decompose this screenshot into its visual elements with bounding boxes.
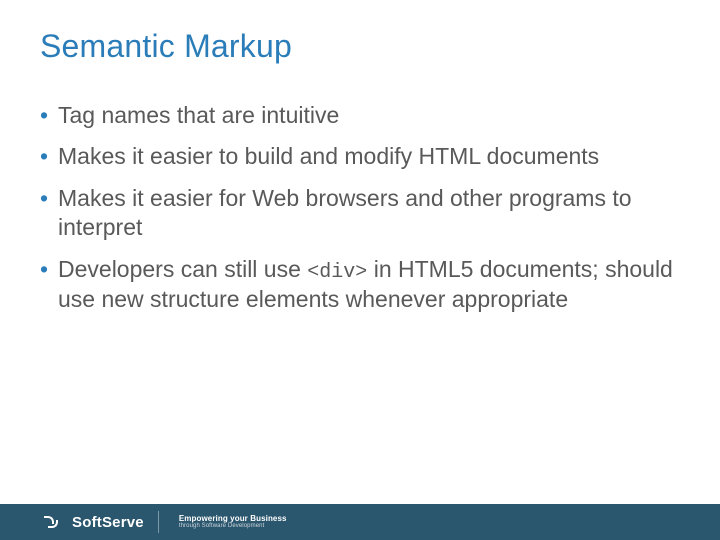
inline-code: <div>: [307, 261, 367, 284]
tagline-top: Empowering your Business: [179, 515, 287, 523]
list-item: Makes it easier for Web browsers and oth…: [40, 184, 680, 243]
brand-name: SoftServe: [72, 514, 144, 531]
bullet-text: Makes it easier to build and modify HTML…: [58, 143, 599, 169]
footer-tagline: Empowering your Business through Softwar…: [179, 515, 287, 530]
bullet-text-prefix: Developers can still use: [58, 256, 307, 282]
list-item: Developers can still use <div> in HTML5 …: [40, 255, 680, 315]
footer-bar: SoftServe Empowering your Business throu…: [0, 504, 720, 540]
softserve-logo-icon: [44, 515, 62, 529]
list-item: Tag names that are intuitive: [40, 101, 680, 130]
tagline-bottom: through Software Development: [179, 523, 287, 529]
footer-divider: [158, 511, 159, 533]
bullet-list: Tag names that are intuitive Makes it ea…: [40, 101, 680, 315]
list-item: Makes it easier to build and modify HTML…: [40, 142, 680, 171]
slide: Semantic Markup Tag names that are intui…: [0, 0, 720, 540]
slide-title: Semantic Markup: [40, 28, 680, 65]
bullet-text: Tag names that are intuitive: [58, 102, 339, 128]
bullet-text: Makes it easier for Web browsers and oth…: [58, 185, 632, 240]
